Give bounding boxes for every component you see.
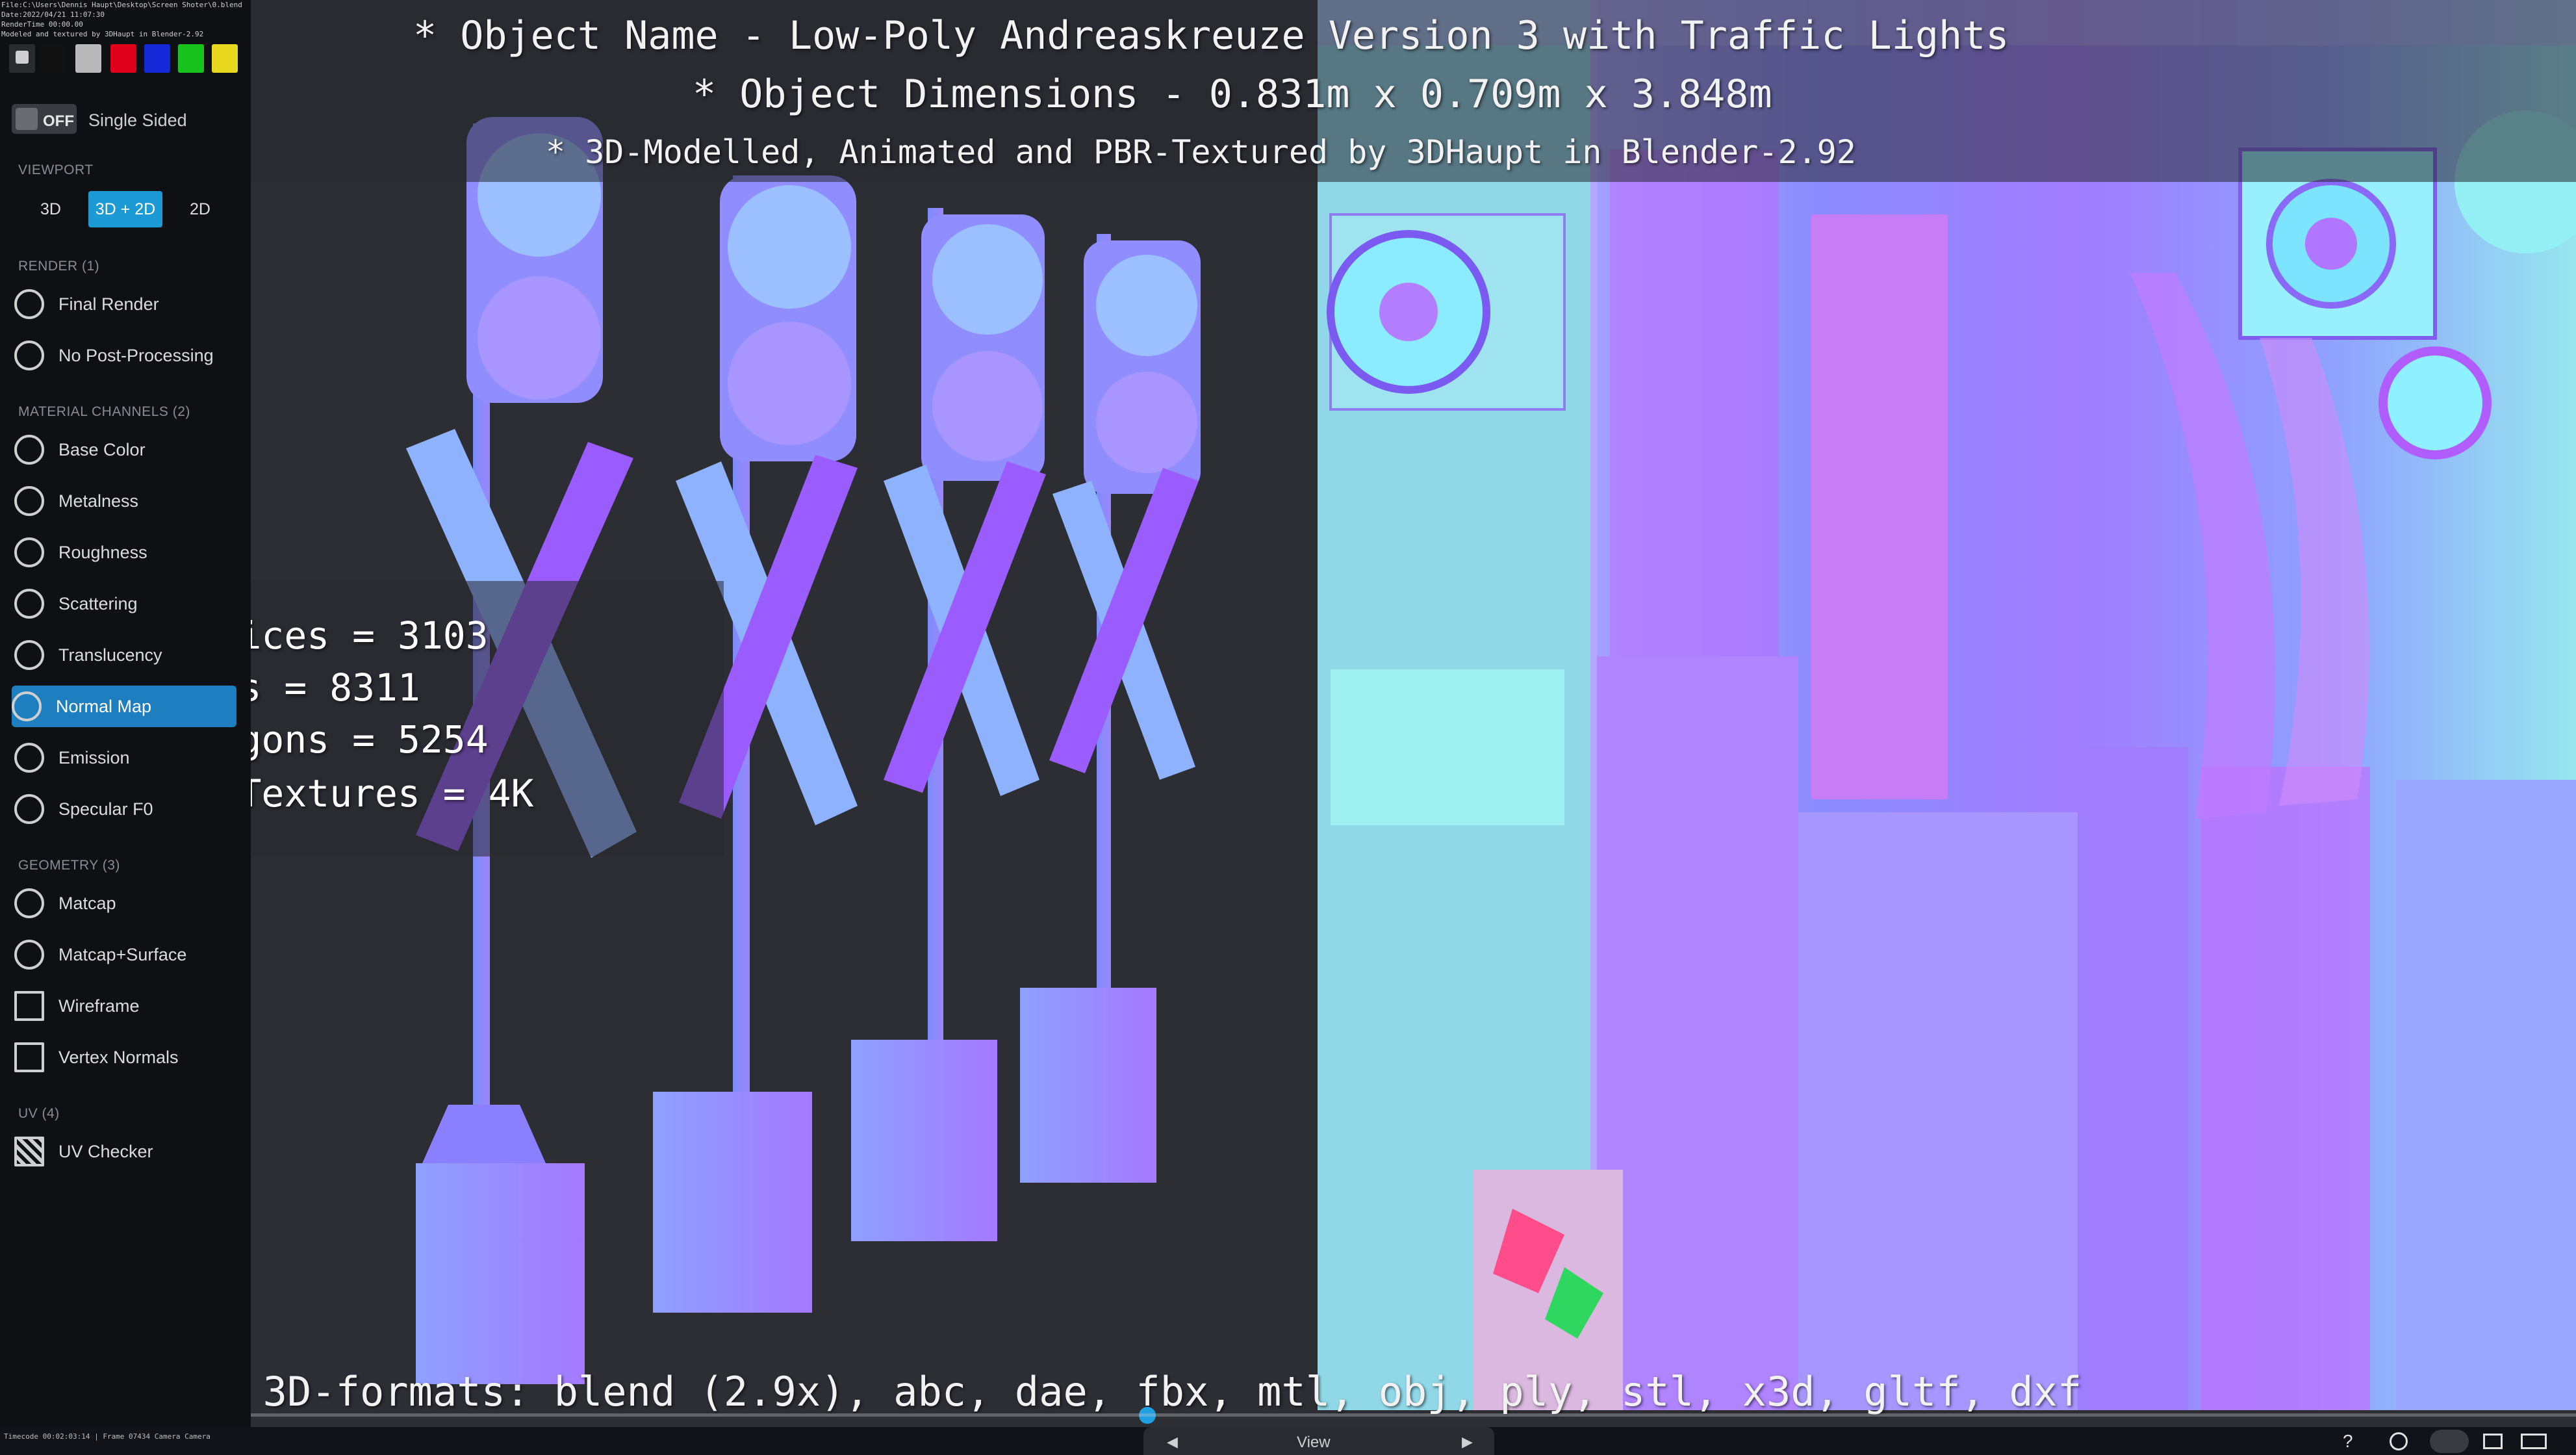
toggle-state: OFF [43,112,74,130]
material-channels-heading: MATERIAL CHANNELS (2) [18,404,190,419]
help-icon[interactable]: ? [2343,1431,2353,1452]
swatch-yellow[interactable] [212,44,238,73]
scattering-icon [14,589,44,619]
channel-normal-map[interactable]: Normal Map [12,686,236,727]
file-path-text: File:C:\Users\Dennis Haupt\Desktop\Scree… [1,1,242,9]
modeled-by-text: Modeled and textured by 3DHaupt in Blend… [1,30,204,38]
geometry-matcap[interactable]: Matcap [14,882,235,924]
render-time-text: RenderTime 00:00.00 [1,20,83,29]
emission-icon [14,743,44,773]
view-label: View [1297,1434,1331,1451]
matcap-surface-icon [14,940,44,970]
wireframe-icon [14,991,44,1021]
render-final-render[interactable]: Final Render [14,283,235,325]
viewport-2d-button[interactable]: 2D [181,191,220,227]
normal-map-icon [12,691,42,721]
timeline-track[interactable] [251,1413,2576,1417]
bottom-status-bar: Timecode 00:02:03:14 | Frame 07434 Camer… [0,1427,2576,1455]
channel-translucency[interactable]: Translucency [14,634,235,676]
swatch-green[interactable] [178,44,204,73]
swatch-black[interactable] [40,44,66,73]
swatch-grey[interactable] [75,44,101,73]
geometry-wireframe[interactable]: Wireframe [14,985,235,1027]
date-text: Date:2022/04/21 11:07:30 [1,10,105,19]
channel-metalness[interactable]: Metalness [14,480,235,522]
view-menu[interactable]: ◀ View ▶ [1143,1427,1494,1455]
sidebar-panel: File:C:\Users\Dennis Haupt\Desktop\Scree… [0,0,251,1455]
geometry-heading: GEOMETRY (3) [18,858,120,873]
base-color-icon [14,435,44,465]
viewport-3d-2d-button[interactable]: 3D + 2D [88,191,162,227]
viewport-3d-button[interactable]: 3D [31,191,70,227]
metalness-icon [14,486,44,516]
channel-roughness[interactable]: Roughness [14,532,235,573]
model-3 [851,208,1046,1241]
close-icon [16,51,29,64]
uv-checker[interactable]: UV Checker [14,1131,235,1172]
uv-heading: UV (4) [18,1106,60,1121]
viewport-heading: VIEWPORT [18,162,94,177]
channel-emission[interactable]: Emission [14,737,235,779]
normal-map-texture [1318,0,2576,1410]
render-icon [14,289,44,319]
3d-viewport[interactable]: * Object Name - Low-Poly Andreaskreuze V… [0,0,2576,1455]
fullscreen-icon[interactable] [2483,1434,2503,1449]
object-dimensions-line: * Object Dimensions - 0.831m x 0.709m x … [693,71,1772,117]
render-icon [14,341,44,370]
uv-texture-view[interactable] [1318,0,2576,1410]
geometry-vertex-normals[interactable]: Vertex Normals [14,1037,235,1078]
roughness-icon [14,537,44,567]
channel-base-color[interactable]: Base Color [14,429,235,470]
specular-icon [14,794,44,824]
vertex-normals-icon [14,1042,44,1072]
swatch-blue[interactable] [144,44,170,73]
matcap-icon [14,888,44,918]
object-name-line: * Object Name - Low-Poly Andreaskreuze V… [413,13,2009,58]
layers-icon[interactable] [2430,1430,2469,1453]
render-no-post-processing[interactable]: No Post-Processing [14,335,235,376]
channel-scattering[interactable]: Scattering [14,583,235,624]
credits-line: * 3D-Modelled, Animated and PBR-Textured… [546,133,1856,171]
swatch-close[interactable] [9,44,35,73]
toggle-knob [16,108,38,130]
swatch-red[interactable] [110,44,136,73]
timecode-text: Timecode 00:02:03:14 | Frame 07434 Camer… [4,1432,210,1441]
file-info: File:C:\Users\Dennis Haupt\Desktop\Scree… [1,0,242,39]
render-heading: RENDER (1) [18,259,100,274]
vr-icon[interactable] [2521,1434,2547,1449]
model-4 [1020,234,1201,1183]
geometry-matcap-surface[interactable]: Matcap+Surface [14,934,235,975]
single-sided-toggle[interactable]: OFF [12,104,77,134]
uv-checker-icon [14,1137,44,1166]
chevron-right-icon[interactable]: ▶ [1462,1434,1473,1450]
translucency-icon [14,640,44,670]
settings-icon[interactable] [2390,1432,2408,1450]
chevron-left-icon[interactable]: ◀ [1167,1434,1178,1450]
channel-specular-f0[interactable]: Specular F0 [14,788,235,830]
single-sided-label: Single Sided [88,110,187,130]
